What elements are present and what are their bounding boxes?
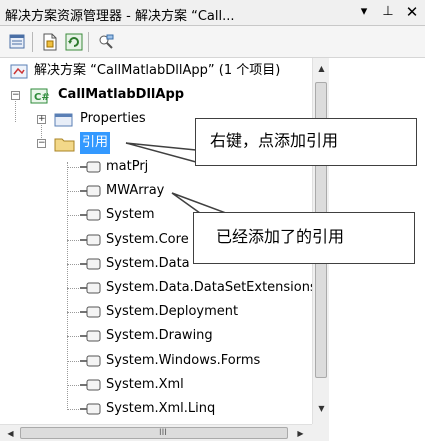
reference-item[interactable]: MWArray [0, 180, 312, 202]
title-bar: 解决方案资源管理器 - 解决方案 “Call... ▾ ⊥ ✕ [0, 0, 425, 26]
solution-icon [10, 64, 28, 79]
reference-item[interactable]: System.Drawing [0, 325, 312, 347]
reference-item-label: System.Drawing [106, 328, 213, 343]
horizontal-scroll-thumb[interactable]: III [20, 427, 288, 439]
auto-hide-pin-button[interactable]: ⊥ [379, 3, 397, 21]
assembly-reference-icon [80, 185, 101, 197]
tree-line [67, 385, 79, 386]
scroll-down-arrow[interactable]: ▼ [313, 400, 330, 417]
reference-item[interactable]: System.Windows.Forms [0, 350, 312, 372]
csharp-project-icon: C# [30, 88, 50, 104]
properties-expand-toggle[interactable]: + [37, 115, 46, 124]
added-references-callout: 已经添加了的引用 [193, 212, 415, 264]
reference-item-label: System.Xml [106, 377, 184, 392]
project-collapse-toggle[interactable]: − [11, 91, 20, 100]
project-label: CallMatlabDllApp [58, 87, 185, 102]
reference-item-label: System.Data.DataSetExtensions [106, 280, 312, 295]
view-class-diagram-button[interactable] [96, 32, 116, 52]
tree-line [67, 336, 79, 337]
solution-node[interactable]: 解决方案 “CallMatlabDllApp” (1 个项目) [0, 60, 312, 82]
assembly-reference-icon [80, 330, 101, 342]
properties-folder-icon [54, 113, 73, 127]
window-title: 解决方案资源管理器 - 解决方案 “Call... [5, 9, 235, 24]
title-buttons: ▾ ⊥ ✕ [355, 3, 421, 21]
tree-line [67, 288, 79, 289]
assembly-reference-icon [80, 355, 101, 367]
scroll-right-arrow[interactable]: ▶ [292, 425, 309, 442]
toolbar [0, 26, 425, 58]
tree-line [67, 409, 79, 410]
assembly-reference-icon [80, 161, 101, 173]
assembly-reference-icon [80, 258, 101, 270]
close-button[interactable]: ✕ [403, 3, 421, 21]
svg-text:C#: C# [34, 92, 50, 103]
tree-line [67, 240, 79, 241]
references-label: 引用 [80, 132, 111, 154]
assembly-reference-icon [80, 234, 101, 246]
assembly-reference-icon [80, 306, 101, 318]
properties-label: Properties [80, 111, 146, 126]
add-reference-callout: 右键，点添加引用 [195, 118, 417, 166]
class-diagram-icon [99, 34, 114, 49]
scrollbar-corner [312, 424, 329, 441]
reference-item[interactable]: System.Data.DataSetExtensions [0, 277, 312, 299]
reference-item[interactable]: System.Xml [0, 374, 312, 396]
reference-item[interactable]: System.Deployment [0, 301, 312, 323]
tree-line [67, 361, 79, 362]
added-references-callout-text: 已经添加了的引用 [216, 227, 345, 246]
tree-line [67, 312, 79, 313]
reference-item-label: System.Core [106, 232, 189, 247]
tree-line [67, 264, 79, 265]
show-all-files-icon [43, 33, 57, 51]
properties-tool-button[interactable] [8, 32, 28, 52]
window-position-dropdown-button[interactable]: ▾ [355, 3, 373, 21]
add-reference-callout-text: 右键，点添加引用 [210, 131, 339, 150]
refresh-icon [65, 33, 83, 51]
tree-line [67, 191, 79, 192]
toolbar-separator [32, 32, 33, 52]
reference-item-label: System.Data [106, 256, 190, 271]
assembly-reference-icon [80, 379, 101, 391]
scroll-left-arrow[interactable]: ◀ [2, 425, 19, 442]
assembly-reference-icon [80, 282, 101, 294]
scroll-grip-icon: III [159, 428, 167, 438]
reference-item-label: System [106, 207, 155, 222]
solution-label: 解决方案 “CallMatlabDllApp” (1 个项目) [34, 63, 281, 78]
reference-item-label: MWArray [106, 183, 165, 198]
horizontal-scrollbar[interactable]: ◀ III ▶ [0, 424, 312, 441]
reference-item[interactable]: System.Xml.Linq [0, 398, 312, 420]
assembly-reference-icon [80, 209, 101, 221]
assembly-reference-icon [80, 403, 101, 415]
references-collapse-toggle[interactable]: − [37, 139, 46, 148]
tree-line [67, 167, 79, 168]
references-folder-icon [54, 138, 75, 152]
reference-item-label: matPrj [106, 159, 149, 174]
properties-icon [9, 34, 25, 49]
reference-item-label: System.Xml.Linq [106, 401, 216, 416]
show-all-files-button[interactable] [40, 32, 60, 52]
reference-item-label: System.Windows.Forms [106, 353, 261, 368]
reference-item-label: System.Deployment [106, 304, 239, 319]
project-node[interactable]: − C# CallMatlabDllApp [0, 84, 312, 106]
toolbar-separator [88, 32, 89, 52]
tree-line [67, 215, 79, 216]
refresh-button[interactable] [64, 32, 84, 52]
scroll-up-arrow[interactable]: ▲ [313, 60, 330, 77]
